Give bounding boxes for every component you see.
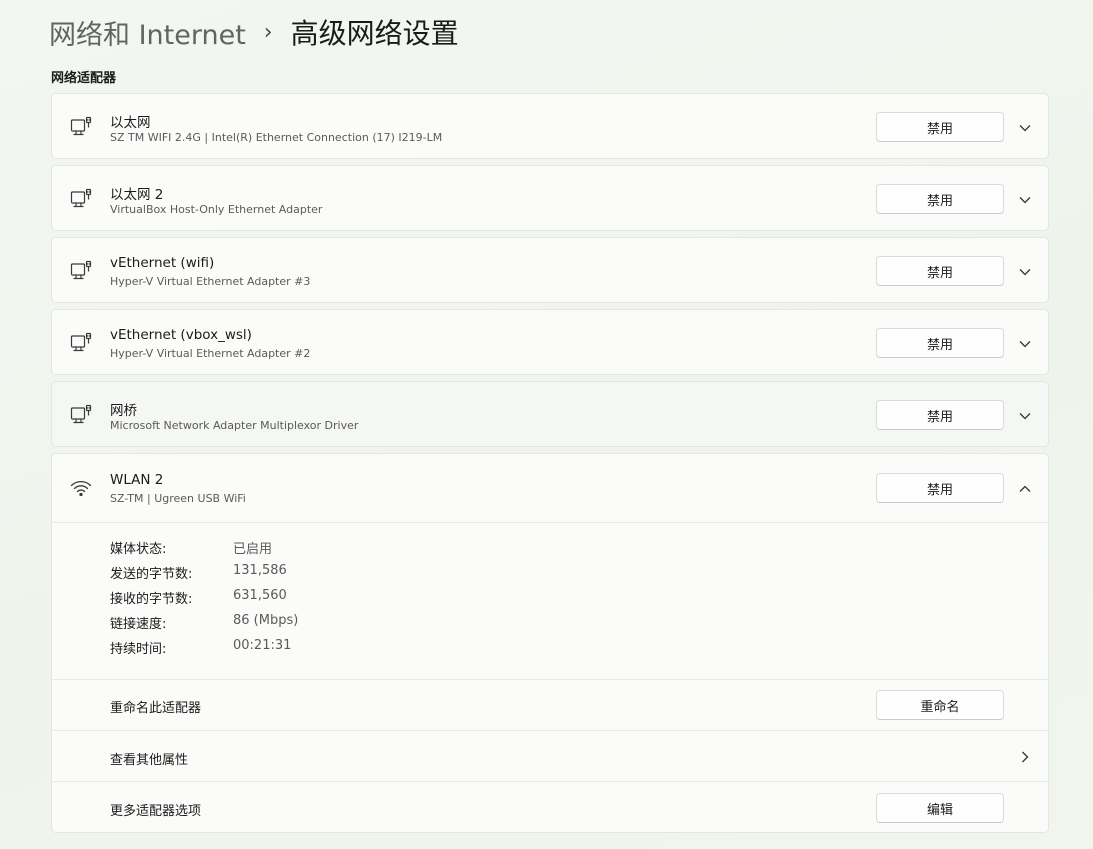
rename-button[interactable]: 重命名	[876, 690, 1004, 720]
adapter-card-ethernet[interactable]: 以太网 SZ TM WIFI 2.4G | Intel(R) Ethernet …	[51, 93, 1049, 159]
adapter-name: vEthernet (vbox_wsl)	[110, 327, 252, 343]
adapter-card-wlan-2-expanded: WLAN 2 SZ-TM | Ugreen USB WiFi 禁用 媒体状态: …	[51, 453, 1049, 833]
rename-adapter-row: 重命名此适配器 重命名	[52, 679, 1048, 730]
chevron-down-icon[interactable]	[1018, 336, 1032, 350]
property-label: 接收的字节数:	[110, 592, 193, 607]
wifi-icon	[69, 476, 93, 500]
property-value: 631,560	[233, 588, 287, 603]
chevron-down-icon[interactable]	[1018, 192, 1032, 206]
chevron-down-icon[interactable]	[1018, 264, 1032, 278]
section-title-network-adapters: 网络适配器	[51, 71, 117, 86]
property-label: 持续时间:	[110, 642, 167, 657]
edit-button[interactable]: 编辑	[876, 793, 1004, 823]
adapter-description: SZ TM WIFI 2.4G | Intel(R) Ethernet Conn…	[110, 131, 443, 144]
chevron-down-icon[interactable]	[1018, 408, 1032, 422]
breadcrumb: 网络和 Internet › 高级网络设置	[49, 10, 459, 54]
rename-adapter-label: 重命名此适配器	[110, 701, 202, 716]
ethernet-icon	[69, 259, 93, 283]
property-value: 已启用	[233, 542, 273, 557]
adapter-card-bridge[interactable]: 网桥 Microsoft Network Adapter Multiplexor…	[51, 381, 1049, 447]
disable-button[interactable]: 禁用	[876, 328, 1004, 358]
adapter-card-vethernet-wifi[interactable]: vEthernet (wifi) Hyper-V Virtual Etherne…	[51, 237, 1049, 303]
property-label: 链接速度:	[110, 617, 167, 632]
adapter-description: SZ-TM | Ugreen USB WiFi	[110, 492, 246, 505]
adapter-description: Hyper-V Virtual Ethernet Adapter #2	[110, 347, 311, 360]
adapter-card-header[interactable]: WLAN 2 SZ-TM | Ugreen USB WiFi 禁用	[52, 454, 1048, 523]
adapter-name: 网桥	[110, 403, 137, 419]
ethernet-icon	[69, 403, 93, 427]
adapter-name: 以太网	[110, 115, 151, 131]
adapter-name: vEthernet (wifi)	[110, 255, 215, 271]
ethernet-icon	[69, 115, 93, 139]
property-value: 86 (Mbps)	[233, 613, 299, 628]
chevron-up-icon[interactable]	[1018, 481, 1032, 495]
ethernet-icon	[69, 331, 93, 355]
property-label: 媒体状态:	[110, 542, 167, 557]
ethernet-icon	[69, 187, 93, 211]
property-value: 131,586	[233, 563, 287, 578]
property-label: 发送的字节数:	[110, 567, 193, 582]
disable-button[interactable]: 禁用	[876, 112, 1004, 142]
disable-button[interactable]: 禁用	[876, 473, 1004, 503]
disable-button[interactable]: 禁用	[876, 400, 1004, 430]
adapter-description: Microsoft Network Adapter Multiplexor Dr…	[110, 419, 359, 432]
view-more-properties-label: 查看其他属性	[110, 753, 189, 768]
adapter-card-vethernet-vbox-wsl[interactable]: vEthernet (vbox_wsl) Hyper-V Virtual Eth…	[51, 309, 1049, 375]
adapter-description: Hyper-V Virtual Ethernet Adapter #3	[110, 275, 311, 288]
more-adapter-options-row: 更多适配器选项 编辑	[52, 781, 1048, 832]
more-adapter-options-label: 更多适配器选项	[110, 804, 202, 819]
breadcrumb-parent-link[interactable]: 网络和 Internet	[49, 13, 246, 52]
breadcrumb-separator: ›	[263, 19, 273, 45]
view-more-properties-row[interactable]: 查看其他属性	[52, 730, 1048, 781]
chevron-right-icon	[1018, 749, 1032, 763]
page-title: 高级网络设置	[290, 17, 459, 50]
disable-button[interactable]: 禁用	[876, 184, 1004, 214]
adapter-name: WLAN 2	[110, 472, 164, 488]
adapter-name: 以太网 2	[110, 187, 164, 203]
adapter-card-ethernet-2[interactable]: 以太网 2 VirtualBox Host-Only Ethernet Adap…	[51, 165, 1049, 231]
adapter-description: VirtualBox Host-Only Ethernet Adapter	[110, 203, 323, 216]
chevron-down-icon[interactable]	[1018, 120, 1032, 134]
property-value: 00:21:31	[233, 638, 292, 653]
disable-button[interactable]: 禁用	[876, 256, 1004, 286]
